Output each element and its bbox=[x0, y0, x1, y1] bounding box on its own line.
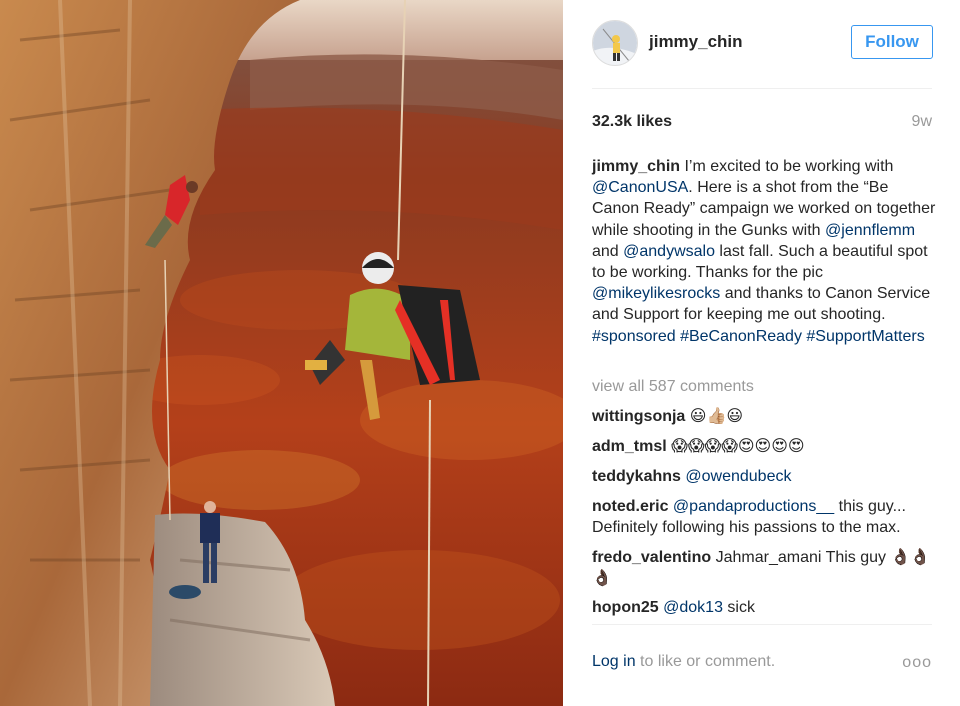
mention-link[interactable]: @andywsalo bbox=[623, 243, 715, 260]
mention-link[interactable]: @owendubeck bbox=[685, 468, 791, 485]
mention-link[interactable]: @CanonUSA bbox=[592, 179, 688, 196]
caption-text: and bbox=[592, 242, 624, 260]
view-all-comments-link[interactable]: view all 587 comments bbox=[592, 378, 754, 396]
hashtag-link[interactable]: #SupportMatters bbox=[806, 328, 924, 345]
divider bbox=[592, 88, 932, 89]
comment-text: 😃👍🏼😃 bbox=[685, 408, 744, 425]
instagram-post: jimmy_chin Follow 32.3k likes 9w jimmy_c… bbox=[0, 0, 960, 706]
comment: wittingsonja 😃👍🏼😃 bbox=[592, 406, 937, 427]
mention-link[interactable]: @mikeylikesrocks bbox=[592, 285, 720, 302]
mention-link[interactable]: @jennflemm bbox=[825, 222, 915, 239]
comment-text: 😱😱😱😱😍😍😍😍 bbox=[666, 438, 805, 455]
post-header: jimmy_chin Follow bbox=[592, 20, 933, 66]
post-photo[interactable] bbox=[0, 0, 563, 706]
likes-count[interactable]: 32.3k likes bbox=[592, 113, 672, 131]
login-link[interactable]: Log in bbox=[592, 653, 636, 670]
comment: teddykahns @owendubeck bbox=[592, 466, 937, 487]
comment: adm_tmsl 😱😱😱😱😍😍😍😍 bbox=[592, 436, 937, 457]
login-prompt: Log in to like or comment. bbox=[592, 653, 775, 671]
comment-username[interactable]: hopon25 bbox=[592, 599, 659, 616]
comment-username[interactable]: noted.eric bbox=[592, 498, 668, 515]
hashtag-link[interactable]: #sponsored bbox=[592, 328, 676, 345]
comment: noted.eric @pandaproductions__ this guy.… bbox=[592, 496, 937, 538]
more-options-icon[interactable]: ooo bbox=[902, 654, 932, 672]
comment: fredo_valentino Jahmar_amani This guy 👌🏿… bbox=[592, 547, 937, 589]
mention-link[interactable]: @dok13 bbox=[663, 599, 723, 616]
comment-username[interactable]: wittingsonja bbox=[592, 408, 685, 425]
post-details-panel: jimmy_chin Follow 32.3k likes 9w jimmy_c… bbox=[563, 0, 960, 706]
comment: hopon25 @dok13 sick bbox=[592, 597, 937, 618]
username[interactable]: jimmy_chin bbox=[649, 32, 743, 52]
caption-text: I’m excited to be working with bbox=[680, 158, 894, 175]
follow-button[interactable]: Follow bbox=[851, 25, 933, 59]
comment-username[interactable]: adm_tmsl bbox=[592, 438, 667, 455]
comment-username[interactable]: fredo_valentino bbox=[592, 549, 711, 566]
post-caption: jimmy_chin I’m excited to be working wit… bbox=[592, 156, 937, 347]
mention-link[interactable]: @pandaproductions__ bbox=[673, 498, 834, 515]
divider bbox=[592, 624, 932, 625]
comment-username[interactable]: teddykahns bbox=[592, 468, 681, 485]
post-time[interactable]: 9w bbox=[912, 113, 932, 131]
hashtag-link[interactable]: #BeCanonReady bbox=[680, 328, 802, 345]
caption-username[interactable]: jimmy_chin bbox=[592, 158, 680, 175]
comment-text: sick bbox=[722, 599, 755, 616]
avatar[interactable] bbox=[592, 20, 638, 66]
login-prompt-text: to like or comment. bbox=[635, 653, 776, 670]
